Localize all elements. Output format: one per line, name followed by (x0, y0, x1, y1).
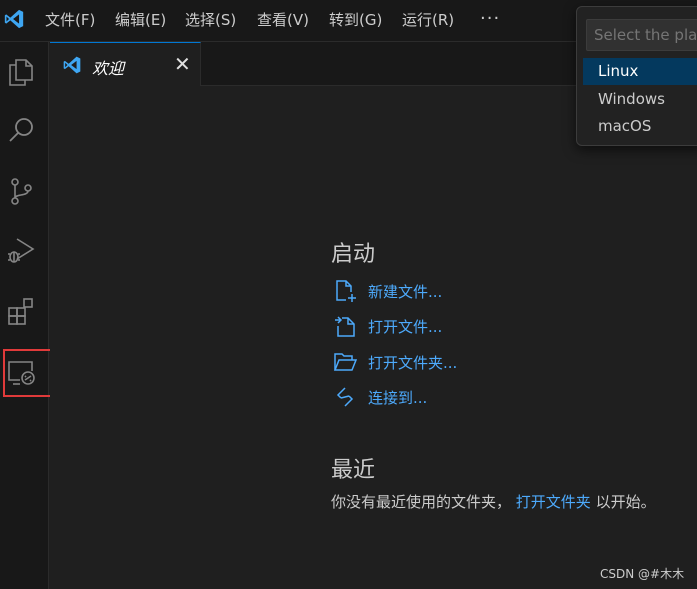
extensions-icon[interactable] (5, 295, 37, 327)
open-file-icon (335, 316, 355, 337)
vscode-window: 文件(F) 编辑(E) 选择(S) 查看(V) 转到(G) 运行(R) ··· (0, 0, 697, 589)
menu-edit[interactable]: 编辑(E) (115, 10, 166, 30)
vscode-logo-icon (4, 9, 24, 29)
option-windows[interactable]: Windows (583, 86, 697, 113)
menu-go[interactable]: 转到(G) (329, 10, 382, 30)
csdn-watermark: CSDN @#木木 (600, 567, 685, 581)
menu-run[interactable]: 运行(R) (402, 10, 454, 30)
search-icon[interactable] (5, 114, 37, 146)
menu-view[interactable]: 查看(V) (257, 10, 309, 30)
new-file-icon (336, 280, 356, 302)
remote-connect-icon (336, 387, 354, 407)
platform-search-input[interactable] (586, 19, 697, 51)
start-section-title: 启动 (331, 242, 376, 267)
recent-prefix-text: 你没有最近使用的文件夹， (331, 493, 512, 511)
menu-file[interactable]: 文件(F) (45, 10, 95, 30)
option-macos[interactable]: macOS (583, 113, 697, 140)
explorer-icon[interactable] (5, 56, 37, 88)
menu-more-button[interactable]: ··· (480, 8, 500, 29)
tab-welcome-label: 欢迎 (92, 59, 125, 78)
tab-welcome[interactable]: 欢迎 ✕ (50, 42, 201, 86)
platform-quick-pick: Linux Windows macOS (576, 6, 697, 146)
recent-open-folder-link[interactable]: 打开文件夹 (516, 493, 591, 511)
connect-to-label[interactable]: 连接到... (368, 387, 427, 408)
welcome-page: 启动 新建文件... 打开文件... 打开文件夹... 连接到... 最近 你没… (50, 86, 697, 589)
menu-selection[interactable]: 选择(S) (185, 10, 236, 30)
activity-bar (0, 42, 49, 589)
new-file-label[interactable]: 新建文件... (368, 281, 442, 302)
source-control-icon[interactable] (5, 175, 37, 207)
option-linux[interactable]: Linux (583, 58, 697, 85)
tab-close-icon[interactable]: ✕ (174, 52, 191, 76)
recent-section-title: 最近 (331, 458, 376, 483)
open-file-label[interactable]: 打开文件... (368, 316, 442, 337)
recent-suffix-text: 以开始。 (595, 493, 656, 511)
recent-empty-message: 你没有最近使用的文件夹， 打开文件夹 以开始。 (331, 491, 656, 512)
open-folder-icon (333, 353, 357, 371)
vscode-tab-icon (63, 56, 81, 74)
open-folder-label[interactable]: 打开文件夹... (368, 352, 457, 373)
run-debug-icon[interactable] (5, 234, 37, 266)
remote-explorer-highlight-box (3, 349, 54, 397)
